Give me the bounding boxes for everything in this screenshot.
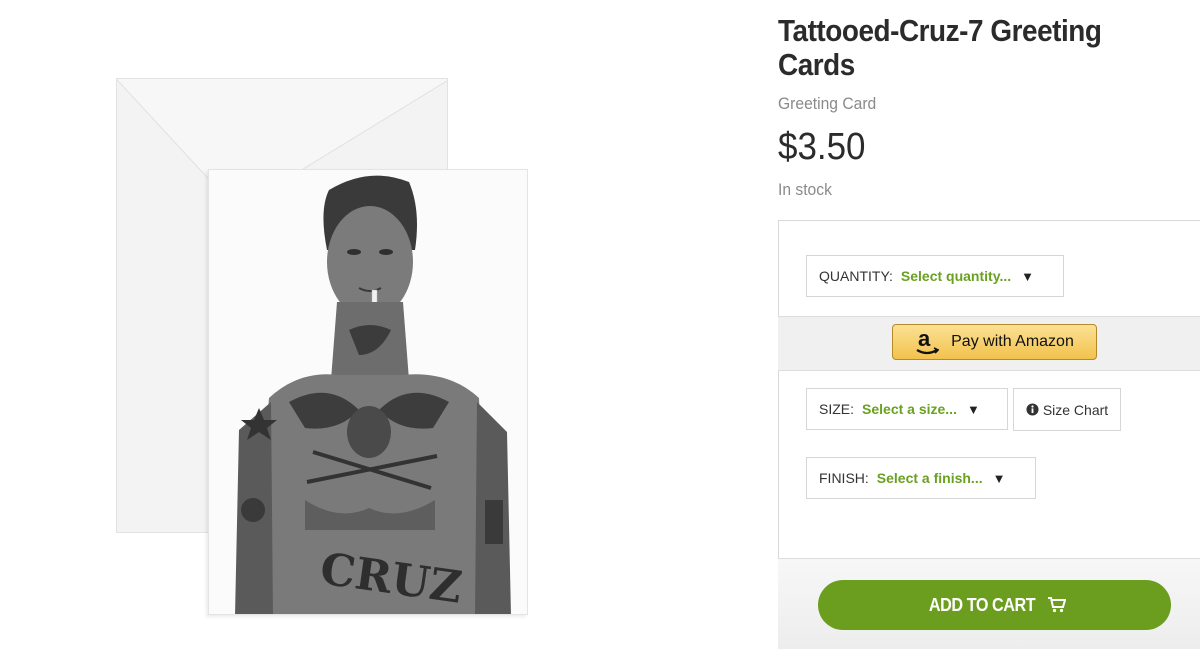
stock-status: In stock <box>778 180 832 199</box>
size-chart-label: Size Chart <box>1042 401 1109 418</box>
quantity-value: Select quantity... <box>900 268 1012 284</box>
size-select[interactable]: SIZE: Select a size... ▼ <box>806 388 1008 430</box>
add-to-cart-button[interactable]: ADD TO CART <box>818 580 1171 630</box>
size-chart-button[interactable]: Size Chart <box>1013 388 1121 431</box>
chevron-down-icon: ▼ <box>992 470 1006 486</box>
add-to-cart-label: ADD TO CART <box>929 594 1036 615</box>
pay-with-amazon-button[interactable]: a Pay with Amazon <box>892 324 1097 360</box>
product-page: CRUZ Tattooed-Cruz-7 Greeting Cards Gree… <box>0 0 1200 649</box>
pay-with-amazon-label: Pay with Amazon <box>951 333 1074 350</box>
amazon-logo-icon: a <box>916 328 940 355</box>
greeting-card-image: CRUZ <box>208 169 528 615</box>
product-title: Tattooed-Cruz-7 Greeting Cards <box>778 13 1102 82</box>
chevron-down-icon: ▼ <box>966 401 980 417</box>
chevron-down-icon: ▼ <box>1021 268 1034 284</box>
info-icon <box>1026 403 1039 416</box>
quantity-label: QUANTITY: <box>819 268 893 284</box>
size-label: SIZE: <box>819 401 855 417</box>
product-image[interactable]: CRUZ <box>110 76 540 621</box>
product-price: $3.50 <box>778 126 866 168</box>
finish-select[interactable]: FINISH: Select a finish... ▼ <box>806 457 1036 499</box>
product-type: Greeting Card <box>778 94 877 113</box>
quantity-select[interactable]: QUANTITY: Select quantity... ▼ <box>806 255 1064 297</box>
size-value: Select a size... <box>862 401 957 417</box>
finish-label: FINISH: <box>819 470 869 486</box>
amazon-logo-letter: a <box>918 328 931 351</box>
finish-value: Select a finish... <box>876 470 983 486</box>
shopping-cart-icon <box>1047 597 1066 613</box>
